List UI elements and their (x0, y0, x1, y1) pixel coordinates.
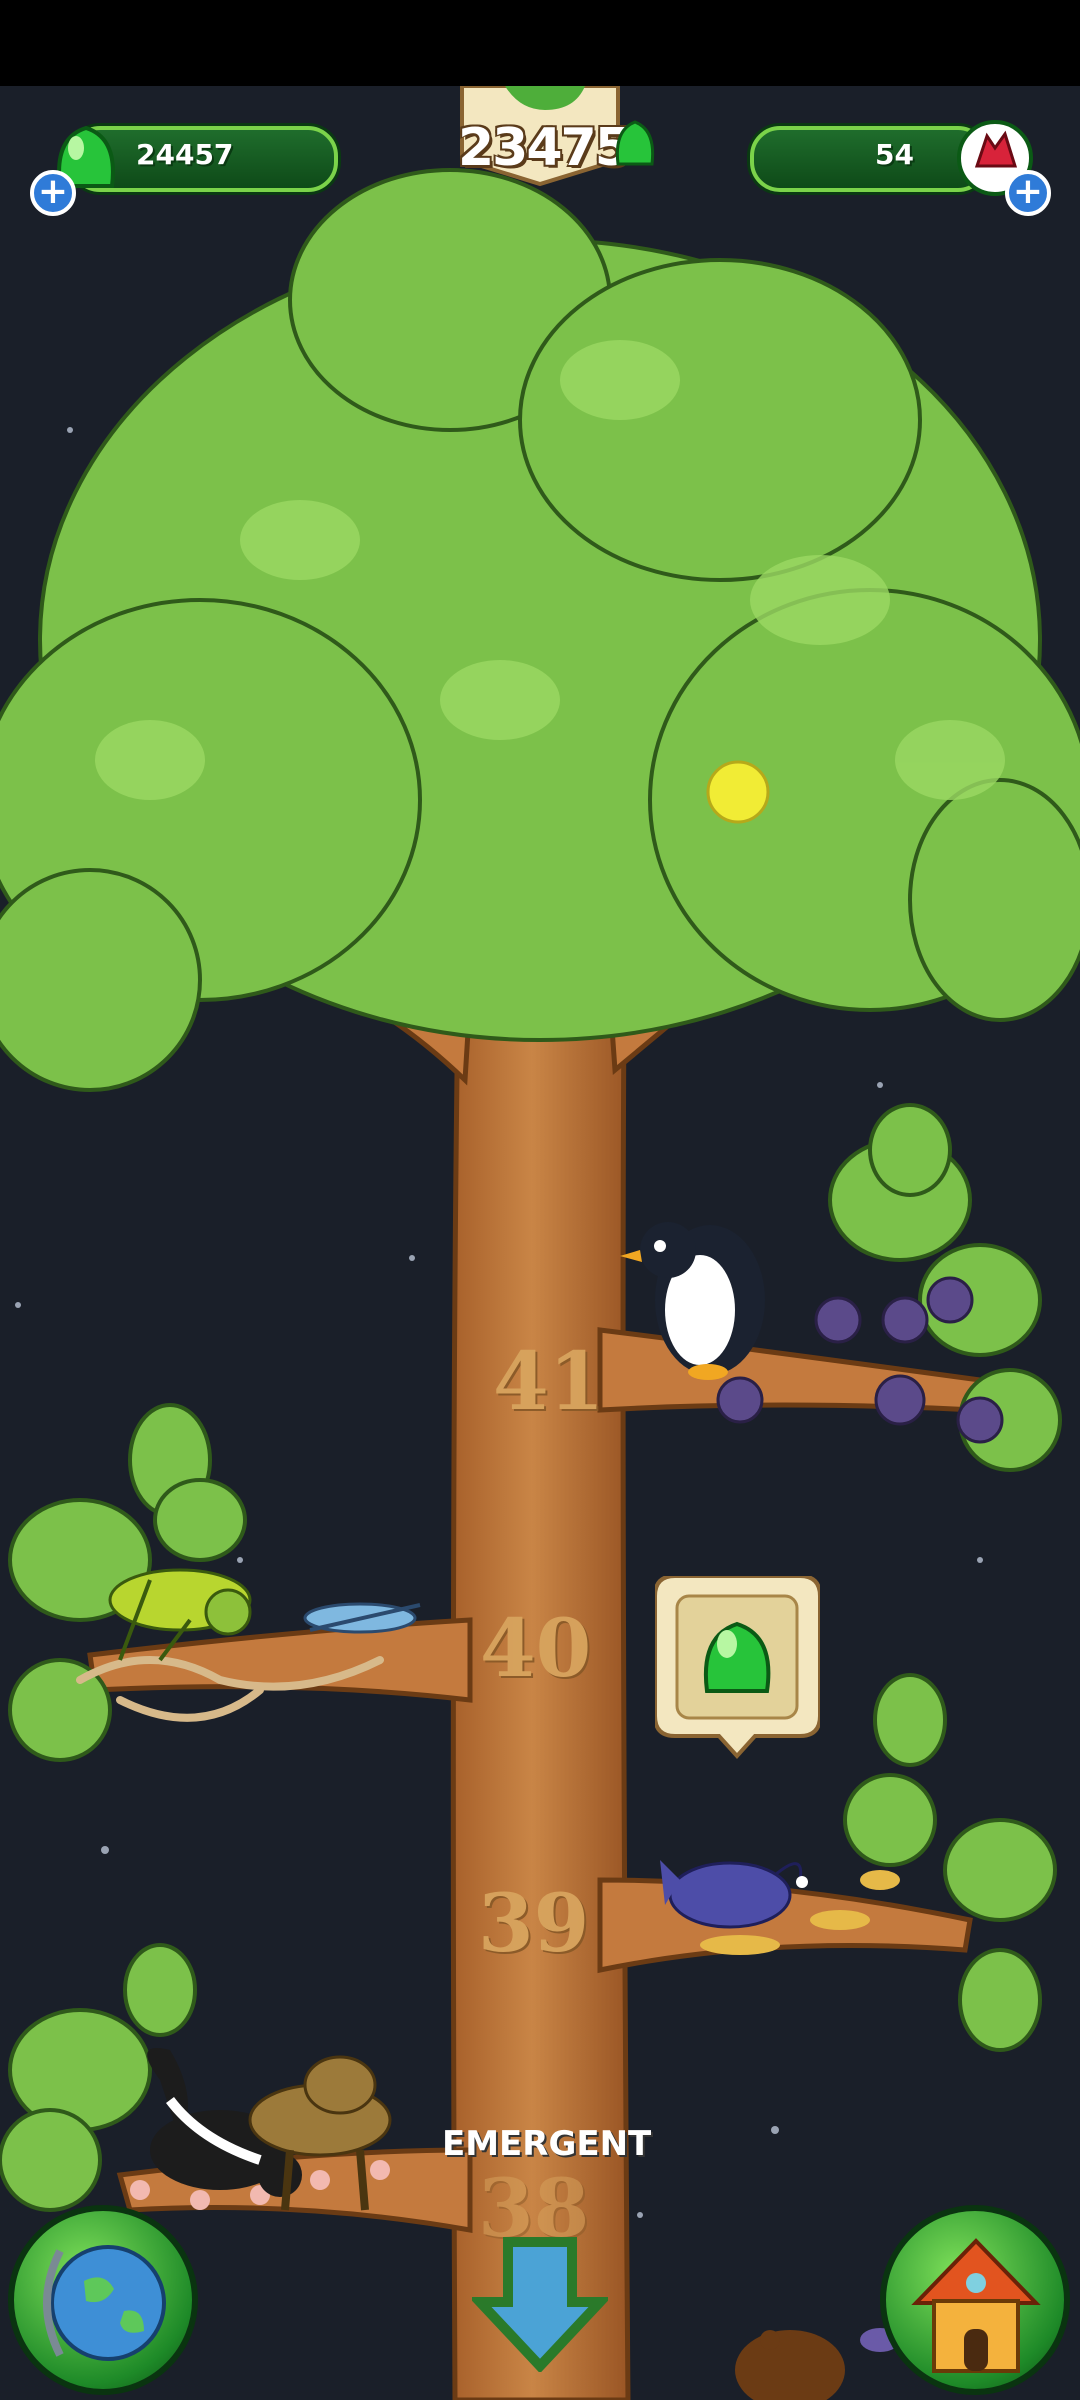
add-gems-button[interactable]: + (30, 170, 76, 216)
rubies-counter: 54 (750, 126, 988, 192)
game-scene: 41 40 39 38 (0, 86, 1080, 2400)
fruit (706, 760, 770, 824)
scroll-down-button[interactable] (468, 2232, 612, 2374)
tree-scene (0, 86, 1080, 2400)
total-score: 23475 (458, 118, 631, 178)
small-green-gem-icon (612, 118, 658, 168)
bear (735, 2330, 845, 2400)
globe-icon (43, 2245, 166, 2361)
house-icon (911, 2238, 1041, 2373)
level-41: 41 (493, 1334, 605, 1428)
home-button[interactable] (880, 2205, 1070, 2395)
down-arrow-icon (468, 2237, 612, 2374)
dragonfly (303, 1602, 421, 1634)
gems-count: 24457 (136, 138, 234, 171)
level-40: 40 (480, 1601, 592, 1695)
tier-label: EMERGENT (442, 2124, 652, 2164)
gem-reward-bubble[interactable] (653, 1574, 822, 1759)
level-39: 39 (478, 1876, 590, 1970)
rubies-count: 54 (875, 138, 914, 171)
globe-button[interactable] (8, 2205, 198, 2395)
status-bar (0, 0, 1080, 86)
tree-canopy (0, 168, 1080, 1092)
add-rubies-button[interactable]: + (1005, 170, 1051, 216)
